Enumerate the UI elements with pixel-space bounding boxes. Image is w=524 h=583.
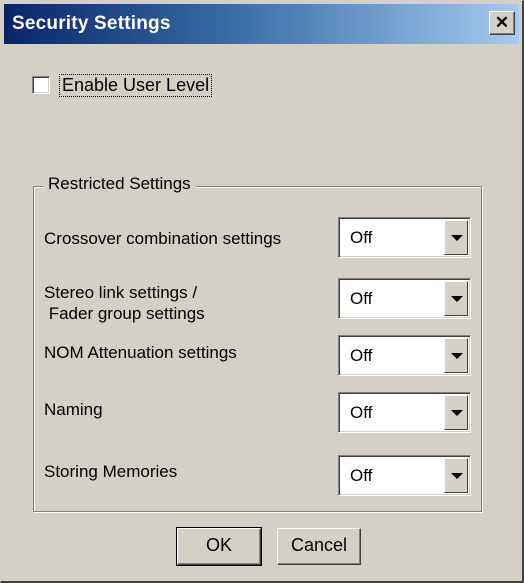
dropdown-button[interactable] (444, 220, 468, 255)
ok-button[interactable]: OK (176, 527, 262, 566)
crossover-combination-label: Crossover combination settings (44, 229, 282, 248)
stereo-link-value: Off (350, 289, 373, 308)
stereo-link-label: Stereo link settings / Fader group setti… (44, 283, 205, 323)
naming-select[interactable]: Off (338, 392, 471, 433)
dropdown-button[interactable] (444, 338, 468, 373)
dropdown-button[interactable] (444, 458, 468, 493)
chevron-down-icon (451, 410, 463, 416)
nom-attenuation-select[interactable]: Off (338, 335, 471, 376)
naming-value: Off (350, 403, 373, 422)
enable-user-level-checkbox[interactable] (32, 76, 50, 94)
chevron-down-icon (451, 473, 463, 479)
enable-user-level-label[interactable]: Enable User Level (58, 74, 213, 97)
title-bar[interactable]: Security Settings ✕ (4, 4, 519, 44)
dropdown-button[interactable] (444, 395, 468, 430)
naming-label: Naming (44, 400, 103, 419)
close-button[interactable]: ✕ (489, 11, 515, 35)
storing-memories-select[interactable]: Off (338, 455, 471, 496)
nom-attenuation-label: NOM Attenuation settings (44, 343, 237, 362)
chevron-down-icon (451, 296, 463, 302)
window-title: Security Settings (12, 13, 171, 34)
close-icon: ✕ (494, 13, 510, 32)
storing-memories-label: Storing Memories (44, 462, 178, 481)
restricted-settings-legend: Restricted Settings (43, 174, 196, 194)
security-settings-dialog: Security Settings ✕ Enable User Level Re… (0, 0, 524, 583)
crossover-combination-value: Off (350, 228, 373, 247)
stereo-link-select[interactable]: Off (338, 278, 471, 319)
crossover-combination-select[interactable]: Off (338, 217, 471, 258)
chevron-down-icon (451, 235, 463, 241)
nom-attenuation-value: Off (350, 346, 373, 365)
cancel-button[interactable]: Cancel (277, 528, 361, 565)
dropdown-button[interactable] (444, 281, 468, 316)
chevron-down-icon (451, 353, 463, 359)
storing-memories-value: Off (350, 466, 373, 485)
